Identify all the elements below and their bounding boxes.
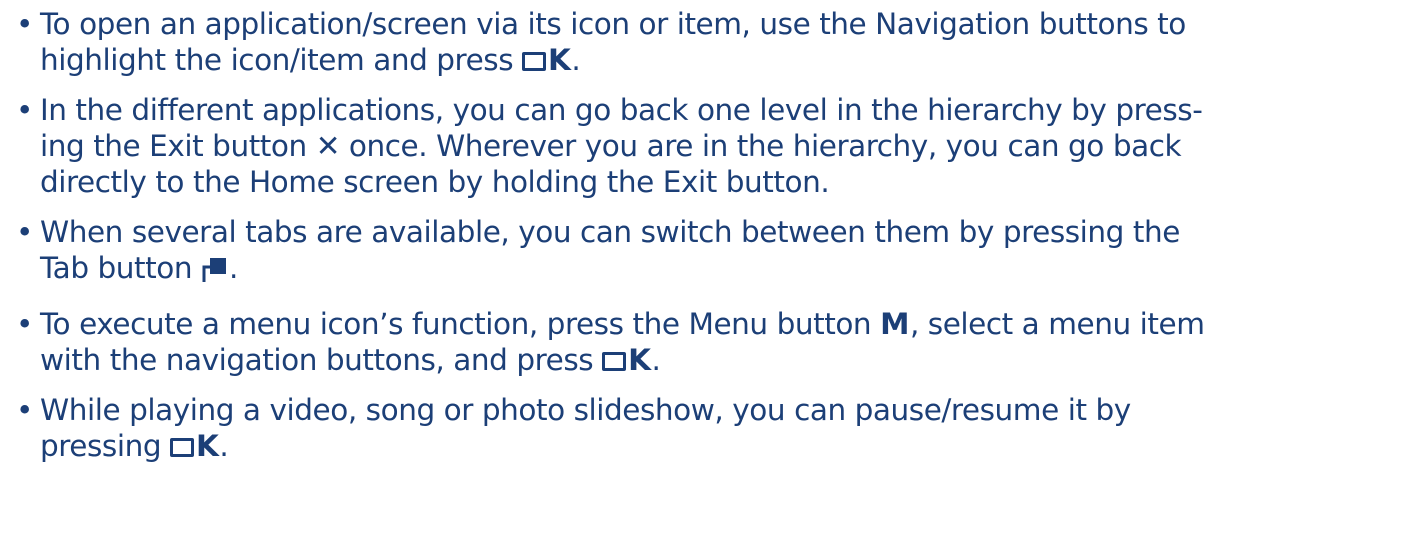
item-text: once. Wherever you are in the hierarchy,… bbox=[339, 129, 1182, 163]
list-item: • While playing a video, song or photo s… bbox=[14, 392, 1410, 464]
instruction-page: • To open an application/screen via its … bbox=[0, 0, 1426, 535]
ok-button-icon: K bbox=[602, 343, 651, 377]
item-text: To execute a menu icon’s function, press… bbox=[40, 307, 881, 341]
instruction-list: • To open an application/screen via its … bbox=[14, 6, 1410, 464]
bullet-dot: • bbox=[16, 307, 33, 341]
ok-button-icon: K bbox=[170, 429, 219, 463]
list-item: • In the different applications, you can… bbox=[14, 92, 1410, 200]
ok-button-icon: K bbox=[522, 43, 571, 77]
item-text: . bbox=[651, 343, 661, 377]
item-text: highlight the icon/item and press bbox=[40, 43, 523, 77]
item-text: While playing a video, song or photo sli… bbox=[40, 393, 1131, 427]
item-text: directly to the Home screen by holding t… bbox=[40, 165, 830, 199]
bullet-dot: • bbox=[16, 215, 33, 249]
list-item: • To execute a menu icon’s function, pre… bbox=[14, 306, 1410, 378]
item-text: . bbox=[229, 251, 238, 285]
list-item: • To open an application/screen via its … bbox=[14, 6, 1410, 78]
bullet-dot: • bbox=[16, 393, 33, 427]
exit-button-icon: ✕ bbox=[315, 129, 341, 163]
item-text: Tab button bbox=[40, 251, 202, 285]
tab-button-icon bbox=[201, 254, 229, 292]
item-text: When several tabs are available, you can… bbox=[40, 215, 1180, 249]
item-text: pressing bbox=[40, 429, 171, 463]
item-text: To open an application/screen via its ic… bbox=[40, 7, 1186, 41]
menu-button-icon: M bbox=[880, 307, 910, 341]
item-text: . bbox=[571, 43, 581, 77]
item-text: In the different applications, you can g… bbox=[40, 93, 1203, 127]
bullet-dot: • bbox=[16, 7, 33, 41]
item-text: ing the Exit button bbox=[40, 129, 316, 163]
item-text: with the navigation buttons, and press bbox=[40, 343, 603, 377]
list-item: • When several tabs are available, you c… bbox=[14, 214, 1410, 292]
item-text: . bbox=[219, 429, 229, 463]
item-text: , select a menu item bbox=[909, 307, 1205, 341]
bullet-dot: • bbox=[16, 93, 33, 127]
